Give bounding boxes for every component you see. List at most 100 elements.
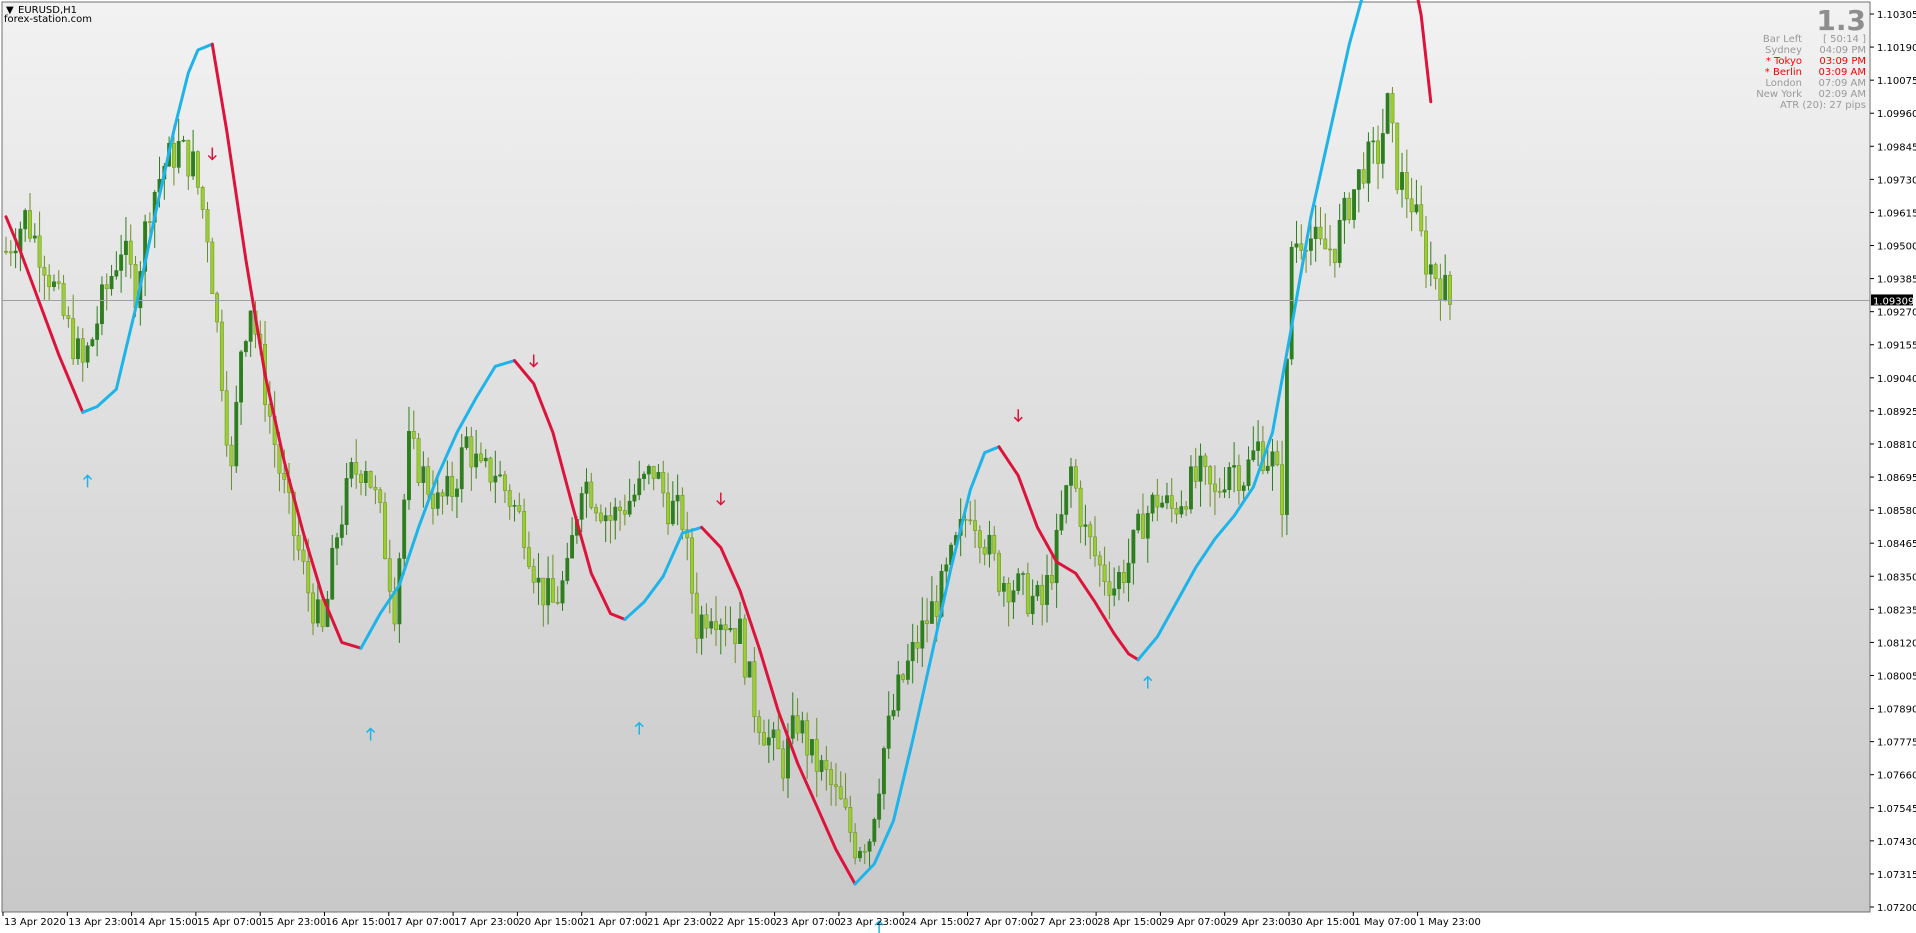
candle-body xyxy=(1241,485,1246,491)
candle-body xyxy=(1284,358,1289,515)
candle-body xyxy=(1025,573,1030,615)
session-value: 03:09 PM xyxy=(1819,56,1866,67)
candle-body xyxy=(934,601,939,617)
candle-body xyxy=(877,793,882,820)
candle-body xyxy=(488,457,493,483)
candle-body xyxy=(243,341,248,353)
y-tick-label: 1.09615 xyxy=(1877,208,1916,219)
x-tick-label: 15 Apr 07:00 xyxy=(197,917,262,928)
candle-body xyxy=(440,492,445,497)
candle-body xyxy=(1155,494,1160,508)
y-tick-label: 1.07430 xyxy=(1877,837,1916,848)
y-tick-label: 1.08120 xyxy=(1877,638,1916,649)
candle-body xyxy=(61,283,66,316)
candle-body xyxy=(498,474,503,477)
info-big-value: 1.3 xyxy=(1816,4,1866,37)
candle-body xyxy=(411,431,416,439)
candle-body xyxy=(584,481,589,494)
candle-body xyxy=(1414,204,1419,213)
candle-body xyxy=(363,471,368,483)
candle-body xyxy=(752,661,757,717)
session-value: 04:09 PM xyxy=(1819,45,1866,56)
candle-body xyxy=(762,732,766,746)
candle-body xyxy=(1342,197,1347,221)
y-tick-label: 1.08810 xyxy=(1877,440,1916,451)
candle-body xyxy=(502,474,507,491)
x-tick-label: 23 Apr 07:00 xyxy=(776,917,841,928)
candle-body xyxy=(176,141,181,168)
candle-body xyxy=(1400,172,1404,190)
candle-body xyxy=(479,453,483,462)
candle-body xyxy=(147,221,152,223)
candle-body xyxy=(618,506,622,511)
candle-body xyxy=(1213,483,1217,492)
candle-body xyxy=(100,284,104,325)
candle-body xyxy=(829,769,834,785)
price-chart[interactable]: 1.10305 1.10190 1.10075 1.09960 1.09845 1.097… xyxy=(0,0,1916,933)
session-value: 02:09 AM xyxy=(1819,89,1866,100)
candle-body xyxy=(1376,140,1380,164)
y-tick-label: 1.10075 xyxy=(1877,76,1916,87)
candle-body xyxy=(1328,248,1332,251)
candle-body xyxy=(920,620,925,649)
candle-body xyxy=(114,270,119,277)
candle-body xyxy=(656,472,661,479)
candle-body xyxy=(1424,230,1428,275)
candle-body xyxy=(824,760,829,770)
candle-body xyxy=(1165,495,1169,504)
candle-body xyxy=(608,515,613,521)
candle-body xyxy=(886,715,891,749)
candle-body xyxy=(445,475,450,497)
candle-body xyxy=(1356,169,1361,190)
x-tick-label: 1 May 07:00 xyxy=(1354,917,1416,928)
candle-body xyxy=(1001,582,1006,592)
candle-body xyxy=(1409,198,1414,213)
candle-body xyxy=(359,473,363,483)
candle-body xyxy=(1299,243,1304,251)
candle-body xyxy=(229,444,234,467)
y-tick-label: 1.07315 xyxy=(1877,870,1916,881)
x-tick-label: 24 Apr 15:00 xyxy=(904,917,969,928)
candle-body xyxy=(862,850,867,853)
y-tick-label: 1.09845 xyxy=(1877,142,1916,153)
candle-body xyxy=(901,674,906,680)
candle-body xyxy=(565,557,570,581)
y-tick-label: 1.09155 xyxy=(1877,341,1916,352)
candle-body xyxy=(1121,572,1126,583)
candle-body xyxy=(661,472,666,494)
candle-body xyxy=(1380,133,1385,164)
candle-body xyxy=(723,624,728,631)
candle-body xyxy=(579,493,584,520)
x-tick-label: 16 Apr 15:00 xyxy=(326,917,391,928)
x-tick-label: 17 Apr 23:00 xyxy=(454,917,519,928)
session-label: New York xyxy=(1756,89,1802,100)
x-tick-label: 30 Apr 15:00 xyxy=(1290,917,1355,928)
candle-body xyxy=(1318,226,1323,240)
candle-body xyxy=(747,661,752,678)
candle-body xyxy=(973,520,977,531)
candle-body xyxy=(1232,465,1237,468)
candle-body xyxy=(1256,441,1261,451)
candle-body xyxy=(1294,243,1299,248)
candle-body xyxy=(781,748,786,779)
candle-body xyxy=(349,462,354,479)
candle-body xyxy=(517,505,522,512)
candle-body xyxy=(32,235,37,239)
candle-body xyxy=(80,338,85,363)
candle-body xyxy=(1097,555,1102,566)
candle-body xyxy=(1361,169,1366,184)
candle-body xyxy=(589,481,594,508)
candle-body xyxy=(23,210,28,230)
x-tick-label: 29 Apr 07:00 xyxy=(1161,917,1226,928)
candle-body xyxy=(718,624,723,631)
candle-body xyxy=(47,274,52,288)
chart-window[interactable]: 1.10305 1.10190 1.10075 1.09960 1.09845 1.097… xyxy=(0,0,1916,933)
x-tick-label: 27 Apr 23:00 xyxy=(1033,917,1098,928)
candle-body xyxy=(431,493,435,509)
candle-body xyxy=(603,515,608,522)
candle-body xyxy=(651,465,656,479)
x-tick-label: 28 Apr 15:00 xyxy=(1097,917,1162,928)
candle-body xyxy=(1126,562,1131,583)
candle-body xyxy=(344,478,349,525)
y-tick-label: 1.09270 xyxy=(1877,308,1916,319)
